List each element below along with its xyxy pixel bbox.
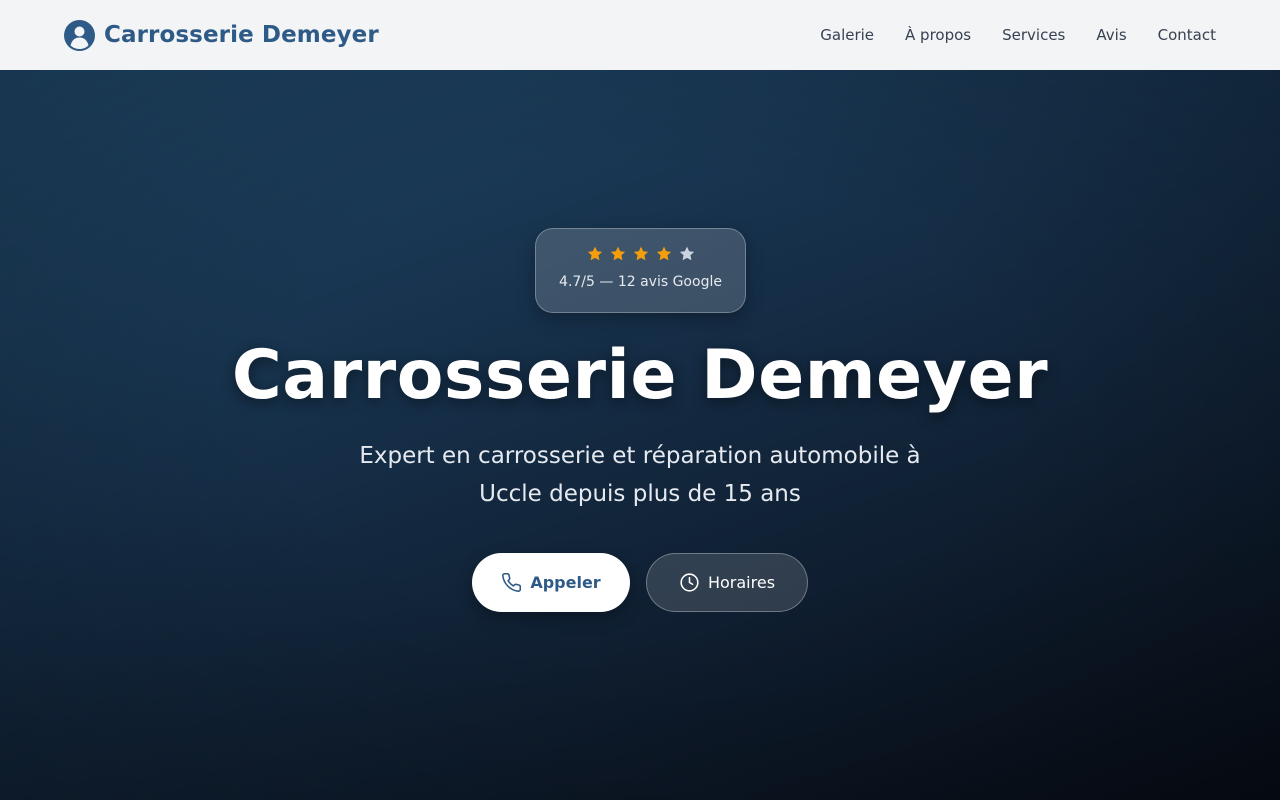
site-header: Carrosserie Demeyer Galerie À propos Ser…	[0, 0, 1280, 70]
nav-link-contact[interactable]: Contact	[1158, 26, 1216, 44]
call-button-label: Appeler	[530, 573, 601, 592]
main-nav: Galerie À propos Services Avis Contact	[820, 26, 1216, 44]
rating-text: 4.7/5 — 12 avis Google	[559, 274, 722, 290]
call-button[interactable]: Appeler	[472, 553, 630, 612]
brand-name: Carrosserie Demeyer	[104, 22, 379, 48]
nav-link-services[interactable]: Services	[1002, 26, 1065, 44]
brand-link[interactable]: Carrosserie Demeyer	[64, 19, 379, 51]
nav-link-galerie[interactable]: Galerie	[820, 26, 874, 44]
star-filled-icon	[655, 245, 673, 263]
star-filled-icon	[609, 245, 627, 263]
star-filled-icon	[586, 245, 604, 263]
hero-section: 4.7/5 — 12 avis Google Carrosserie Demey…	[0, 70, 1280, 800]
clock-icon	[679, 572, 700, 593]
hero-subtitle: Expert en carrosserie et réparation auto…	[359, 443, 921, 507]
hero-actions: Appeler Horaires	[0, 553, 1280, 612]
hours-button-label: Horaires	[707, 573, 776, 592]
user-circle-icon	[64, 19, 95, 51]
rating-card: 4.7/5 — 12 avis Google	[535, 228, 746, 313]
star-empty-icon	[678, 245, 696, 263]
hero-title: Carrosserie Demeyer	[231, 336, 1049, 415]
nav-link-avis[interactable]: Avis	[1096, 26, 1126, 44]
hero-background-overlay	[0, 70, 1280, 800]
phone-icon	[501, 572, 522, 593]
nav-link-a-propos[interactable]: À propos	[905, 26, 971, 44]
star-rating	[586, 244, 696, 264]
star-filled-icon	[632, 245, 650, 263]
hours-button[interactable]: Horaires	[646, 553, 808, 612]
